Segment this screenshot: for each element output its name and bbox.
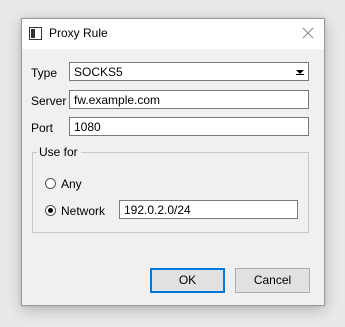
port-label: Port (31, 121, 54, 135)
dialog-title: Proxy Rule (49, 26, 108, 40)
port-input-value: 1080 (74, 120, 101, 134)
network-input[interactable]: 192.0.2.0/24 (119, 200, 298, 219)
close-button[interactable] (301, 26, 315, 40)
any-radio-label[interactable]: Any (61, 177, 82, 191)
network-radio-label[interactable]: Network (61, 204, 105, 218)
chevron-down-icon[interactable] (293, 64, 307, 79)
type-label: Type (31, 66, 58, 80)
use-for-legend: Use for (37, 145, 81, 159)
type-select-value: SOCKS5 (74, 65, 123, 79)
close-icon (302, 27, 314, 39)
server-input[interactable]: fw.example.com (69, 90, 309, 109)
any-radio[interactable] (45, 178, 56, 189)
cancel-button[interactable]: Cancel (235, 268, 310, 293)
network-input-value: 192.0.2.0/24 (124, 203, 191, 217)
ok-button[interactable]: OK (150, 268, 225, 293)
title-bar: Proxy Rule (22, 19, 324, 49)
use-for-group (32, 152, 309, 233)
network-radio[interactable] (45, 205, 56, 216)
port-input[interactable]: 1080 (69, 117, 309, 136)
window-icon (29, 27, 42, 40)
server-label: Server (31, 94, 67, 108)
proxy-rule-dialog: Proxy Rule Type SOCKS5 Server fw.example… (21, 18, 325, 306)
server-input-value: fw.example.com (74, 93, 161, 107)
type-select[interactable]: SOCKS5 (69, 62, 309, 81)
